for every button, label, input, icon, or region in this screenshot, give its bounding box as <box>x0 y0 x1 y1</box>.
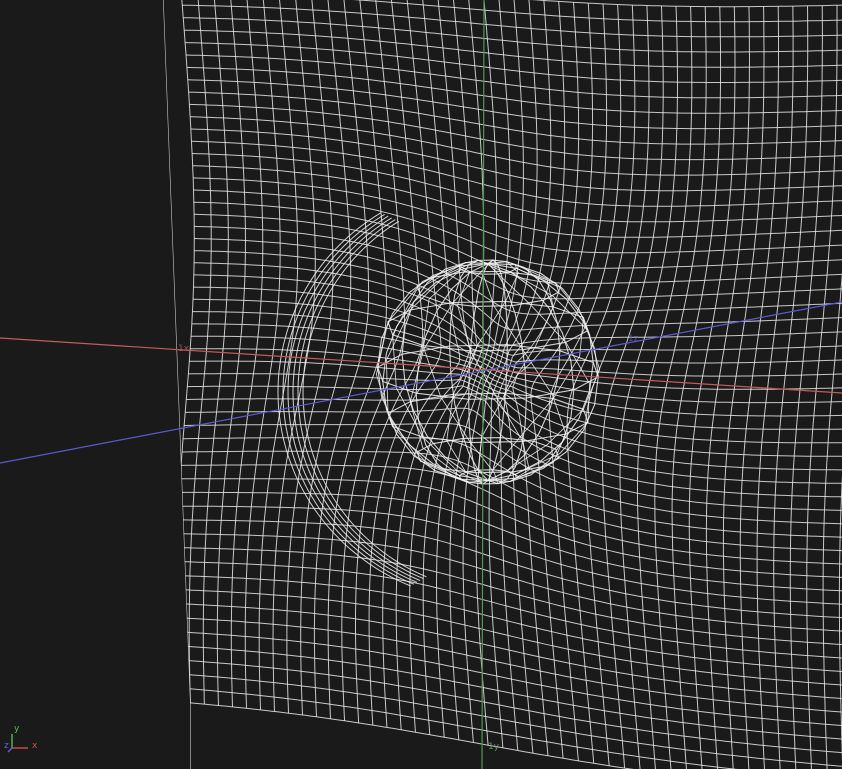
z-axis-label: 1z <box>628 334 639 344</box>
orientation-gizmo: y x z <box>4 724 42 756</box>
3d-viewport[interactable]: 1x 1z 1y y x z <box>0 0 842 769</box>
grid-line-horizontal <box>175 645 842 744</box>
scene-canvas[interactable] <box>0 0 842 769</box>
grid-line-vertical <box>327 0 387 719</box>
grid-line-horizontal <box>194 225 842 315</box>
x-axis-label: 1x <box>178 344 190 354</box>
gizmo-z-label: z <box>4 741 9 751</box>
grid-line-horizontal <box>193 201 842 284</box>
grid-line-horizontal <box>178 505 842 607</box>
grid-line-vertical <box>300 0 352 716</box>
deformed-grid-plane <box>163 0 842 769</box>
grid-line-horizontal <box>185 54 842 99</box>
gizmo-y-label: y <box>14 724 20 734</box>
z-axis-line <box>0 301 842 464</box>
grid-line-vertical <box>688 6 736 769</box>
grid-line-horizontal <box>186 66 842 114</box>
y-axis-label: 1y <box>488 742 500 752</box>
grid-line-horizontal <box>175 659 842 757</box>
grid-line-horizontal <box>175 673 842 769</box>
grid-line-vertical <box>566 5 636 764</box>
grid-line-horizontal <box>187 79 842 130</box>
world-axes <box>0 0 842 769</box>
plane-edge <box>163 0 191 769</box>
gizmo-x-label: x <box>32 741 38 751</box>
grid-line-vertical <box>822 4 842 769</box>
grid-line-horizontal <box>192 153 842 223</box>
grid-line-horizontal <box>177 533 842 634</box>
grid-line-vertical <box>584 5 650 766</box>
grid-line-horizontal <box>190 128 842 192</box>
